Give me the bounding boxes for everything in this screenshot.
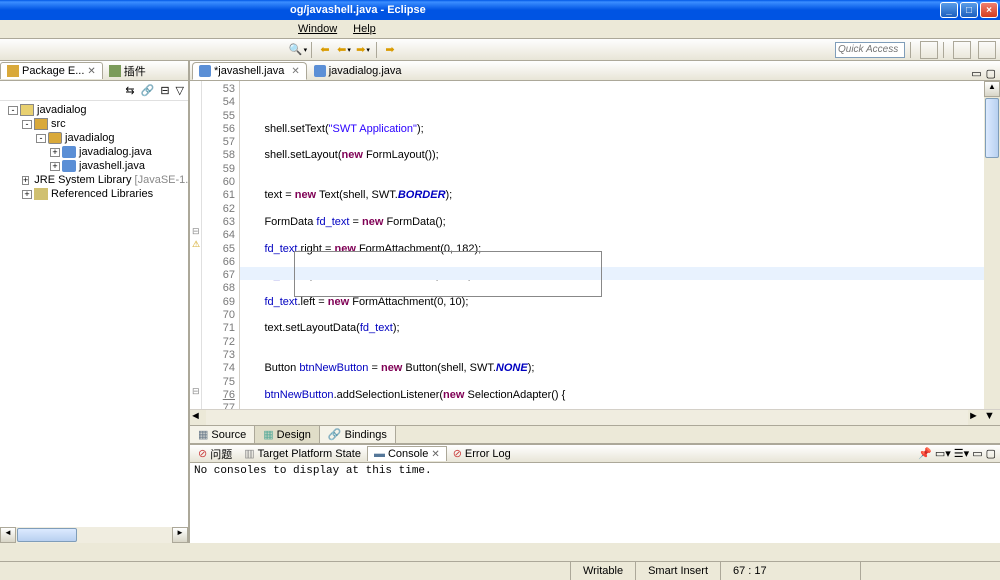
tab-javashell[interactable]: *javashell.java ✕ bbox=[192, 62, 307, 80]
statusbar: Writable Smart Insert 67 : 17 bbox=[0, 561, 1000, 580]
expand-icon[interactable]: + bbox=[50, 162, 60, 171]
code-content[interactable]: shell.setText("SWT Application"); shell.… bbox=[240, 81, 984, 409]
package-tree[interactable]: -javadialog -src -javadialog +javadialog… bbox=[0, 101, 188, 527]
main-toolbar: 🔍▾ ⬅ ⬅▾ ➡▾ ➡ bbox=[0, 39, 1000, 61]
java-file-icon bbox=[62, 146, 76, 158]
package-explorer-panel: Package E... ✕ 插件 ⇆ 🔗 ⊟ ▽ -javadialog -s… bbox=[0, 61, 190, 543]
close-icon[interactable]: ✕ bbox=[431, 449, 439, 460]
code-editor[interactable]: ⊟ ⚠ ⊟ 5354555657585960616263646566676869… bbox=[190, 81, 1000, 409]
close-icon[interactable]: ✕ bbox=[87, 66, 95, 77]
link-icon[interactable]: 🔗 bbox=[141, 84, 155, 97]
expand-icon[interactable]: + bbox=[22, 190, 32, 199]
java-file-icon bbox=[199, 65, 211, 77]
menu-icon[interactable]: ▽ bbox=[176, 84, 184, 97]
expand-icon[interactable]: + bbox=[22, 176, 29, 185]
scroll-down-icon[interactable]: ▼ bbox=[984, 410, 1000, 425]
tab-target-platform[interactable]: ▥Target Platform State bbox=[238, 446, 367, 461]
scroll-up-icon[interactable]: ▲ bbox=[984, 81, 1000, 97]
warning-icon: ⚠ bbox=[192, 239, 200, 249]
selection-box bbox=[294, 251, 602, 297]
focus-icon[interactable]: ⊟ bbox=[160, 84, 169, 97]
status-writable: Writable bbox=[570, 562, 635, 580]
titlebar[interactable]: og/javashell.java - Eclipse _ □ × bbox=[0, 0, 1000, 20]
package-icon bbox=[7, 65, 19, 77]
menu-help[interactable]: Help bbox=[345, 23, 384, 35]
collapse-icon[interactable]: - bbox=[8, 106, 18, 115]
project-icon bbox=[20, 104, 34, 116]
minimize-icon[interactable]: ▭ bbox=[972, 447, 982, 460]
maximize-icon[interactable]: ▢ bbox=[986, 447, 996, 460]
status-cursor-position: 67 : 17 bbox=[720, 562, 860, 580]
line-numbers: 5354555657585960616263646566676869707172… bbox=[202, 81, 240, 409]
back-icon[interactable]: ⬅▾ bbox=[336, 42, 352, 58]
editor-horizontal-scrollbar[interactable]: ◄ ► ▼ bbox=[190, 409, 1000, 425]
forward-icon[interactable]: ➡▾ bbox=[355, 42, 371, 58]
open-console-icon[interactable]: ☰▾ bbox=[954, 447, 969, 460]
last-edit-icon[interactable]: ⬅ bbox=[317, 42, 333, 58]
tab-problems[interactable]: ⊘问题 bbox=[192, 445, 238, 463]
menubar: Window Help bbox=[0, 20, 1000, 39]
menu-window[interactable]: Window bbox=[290, 23, 345, 35]
horizontal-scrollbar[interactable]: ◄ ► bbox=[0, 527, 188, 543]
library-icon bbox=[34, 188, 48, 200]
tab-plugins[interactable]: 插件 bbox=[103, 61, 152, 81]
marker-bar: ⊟ ⚠ ⊟ bbox=[190, 81, 202, 409]
java-file-icon bbox=[62, 160, 76, 172]
plugin-icon bbox=[109, 65, 121, 77]
tab-design[interactable]: ▦Design bbox=[255, 426, 320, 443]
tab-bindings[interactable]: 🔗Bindings bbox=[320, 426, 396, 443]
package-toolbar: ⇆ 🔗 ⊟ ▽ bbox=[0, 81, 188, 101]
collapse-icon[interactable]: ⇆ bbox=[125, 84, 134, 97]
tab-console[interactable]: ▬Console ✕ bbox=[367, 446, 447, 461]
scroll-left-icon[interactable]: ◄ bbox=[190, 410, 206, 425]
close-button[interactable]: × bbox=[980, 2, 998, 18]
collapse-icon[interactable]: - bbox=[22, 120, 32, 129]
scroll-right-icon[interactable]: ► bbox=[968, 410, 984, 425]
collapse-icon[interactable]: - bbox=[36, 134, 46, 143]
forward-nav-icon[interactable]: ➡ bbox=[382, 42, 398, 58]
perspective-button[interactable] bbox=[920, 41, 938, 59]
search-icon[interactable]: 🔍▾ bbox=[290, 42, 306, 58]
fold-icon[interactable]: ⊟ bbox=[192, 386, 200, 396]
scroll-right-icon[interactable]: ► bbox=[172, 527, 188, 543]
console-panel: ⊘问题 ▥Target Platform State ▬Console ✕ ⊘E… bbox=[190, 443, 1000, 543]
close-icon[interactable]: ✕ bbox=[291, 66, 299, 77]
scroll-left-icon[interactable]: ◄ bbox=[0, 527, 16, 543]
tab-error-log[interactable]: ⊘Error Log bbox=[447, 446, 517, 461]
fold-icon[interactable]: ⊟ bbox=[192, 226, 200, 236]
package-icon bbox=[48, 132, 62, 144]
tab-source[interactable]: ▦Source bbox=[190, 426, 255, 443]
console-output: No consoles to display at this time. bbox=[190, 463, 1000, 543]
perspective-java[interactable] bbox=[953, 41, 971, 59]
window-title: og/javashell.java - Eclipse bbox=[290, 4, 940, 16]
scroll-thumb[interactable] bbox=[985, 98, 999, 158]
scroll-thumb[interactable] bbox=[17, 528, 77, 542]
display-icon[interactable]: ▭▾ bbox=[935, 447, 951, 460]
minimize-button[interactable]: _ bbox=[940, 2, 958, 18]
maximize-view-icon[interactable]: ▢ bbox=[986, 67, 996, 80]
quick-access-input[interactable] bbox=[835, 42, 905, 58]
tab-javadialog[interactable]: javadialog.java bbox=[307, 62, 409, 80]
editor-view-tabs: ▦Source ▦Design 🔗Bindings bbox=[190, 425, 1000, 443]
java-file-icon bbox=[314, 65, 326, 77]
maximize-button[interactable]: □ bbox=[960, 2, 978, 18]
tab-package-explorer[interactable]: Package E... ✕ bbox=[0, 62, 103, 79]
src-folder-icon bbox=[34, 118, 48, 130]
pin-icon[interactable]: 📌 bbox=[918, 447, 932, 460]
minimize-view-icon[interactable]: ▭ bbox=[971, 67, 981, 80]
status-insert-mode: Smart Insert bbox=[635, 562, 720, 580]
perspective-other[interactable] bbox=[978, 41, 996, 59]
editor-tabs: *javashell.java ✕ javadialog.java ▭ ▢ bbox=[190, 61, 1000, 81]
vertical-scrollbar[interactable]: ▲ bbox=[984, 81, 1000, 409]
expand-icon[interactable]: + bbox=[50, 148, 60, 157]
